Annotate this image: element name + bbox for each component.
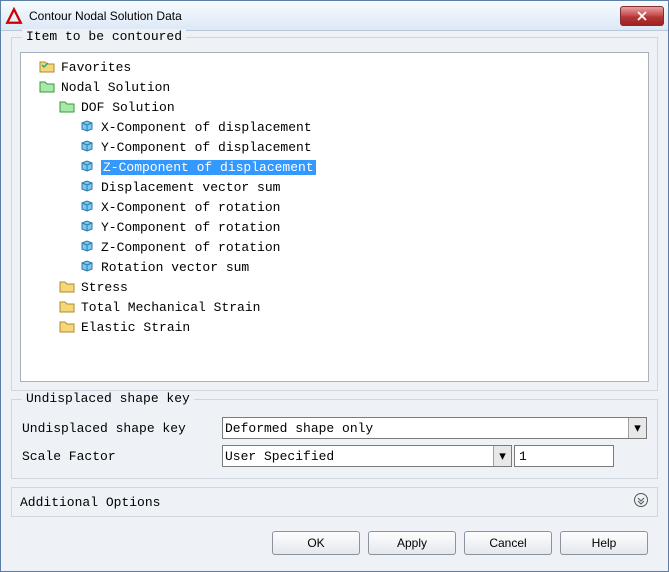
tree-container: Favorites Nodal Solution DOF Solution X-…: [20, 52, 649, 382]
tree-label: Z-Component of displacement: [101, 160, 316, 175]
tree-label: Displacement vector sum: [101, 180, 280, 195]
tree-label: Z-Component of rotation: [101, 240, 280, 255]
tree-item-y-rotation[interactable]: Y-Component of rotation: [21, 217, 648, 237]
tree-item-z-displacement[interactable]: Z-Component of displacement: [21, 157, 648, 177]
tree-item-z-rotation[interactable]: Z-Component of rotation: [21, 237, 648, 257]
tree-label: Y-Component of displacement: [101, 140, 312, 155]
shape-key-label: Undisplaced shape key: [22, 421, 222, 436]
cube-icon: [79, 179, 97, 195]
tree-label: Nodal Solution: [61, 80, 170, 95]
tree-item-dof-solution[interactable]: DOF Solution: [21, 97, 648, 117]
folder-open-icon: [59, 99, 77, 115]
tree-label: Favorites: [61, 60, 131, 75]
tree-label: Rotation vector sum: [101, 260, 249, 275]
tree-item-rotation-sum[interactable]: Rotation vector sum: [21, 257, 648, 277]
groupbox-title: Item to be contoured: [22, 29, 186, 44]
groupbox-title: Undisplaced shape key: [22, 391, 194, 406]
ok-button[interactable]: OK: [272, 531, 360, 555]
window-title: Contour Nodal Solution Data: [29, 9, 620, 23]
folder-icon: [59, 319, 77, 335]
tree-item-displacement-sum[interactable]: Displacement vector sum: [21, 177, 648, 197]
tree-item-stress[interactable]: Stress: [21, 277, 648, 297]
cube-icon: [79, 239, 97, 255]
shape-key-select[interactable]: [222, 417, 647, 439]
contour-groupbox: Item to be contoured Favorites Nodal Sol…: [11, 37, 658, 391]
additional-options-toggle[interactable]: Additional Options: [11, 487, 658, 517]
folder-icon: [59, 299, 77, 315]
cube-icon: [79, 119, 97, 135]
cube-icon: [79, 259, 97, 275]
scale-factor-select[interactable]: [222, 445, 512, 467]
button-row: OK Apply Cancel Help: [11, 525, 658, 561]
close-button[interactable]: [620, 6, 664, 26]
additional-options-label: Additional Options: [20, 495, 160, 510]
tree-label: DOF Solution: [81, 100, 175, 115]
shape-key-select-wrap[interactable]: ▾: [222, 417, 647, 439]
tree-item-x-displacement[interactable]: X-Component of displacement: [21, 117, 648, 137]
close-icon: [637, 11, 647, 21]
expand-icon: [633, 492, 649, 512]
cube-icon: [79, 159, 97, 175]
folder-icon: [39, 59, 57, 75]
tree-item-favorites[interactable]: Favorites: [21, 57, 648, 77]
tree-label: Stress: [81, 280, 128, 295]
scale-factor-label: Scale Factor: [22, 449, 222, 464]
help-button[interactable]: Help: [560, 531, 648, 555]
apply-button[interactable]: Apply: [368, 531, 456, 555]
scale-factor-row: Scale Factor ▾: [12, 442, 657, 470]
cancel-button[interactable]: Cancel: [464, 531, 552, 555]
tree-label: X-Component of rotation: [101, 200, 280, 215]
cube-icon: [79, 199, 97, 215]
cube-icon: [79, 139, 97, 155]
dialog-body: Item to be contoured Favorites Nodal Sol…: [1, 31, 668, 571]
tree-item-nodal-solution[interactable]: Nodal Solution: [21, 77, 648, 97]
folder-icon: [59, 279, 77, 295]
scale-factor-select-wrap[interactable]: ▾: [222, 445, 512, 467]
tree-scroll[interactable]: Favorites Nodal Solution DOF Solution X-…: [21, 53, 648, 381]
cube-icon: [79, 219, 97, 235]
tree-item-y-displacement[interactable]: Y-Component of displacement: [21, 137, 648, 157]
shape-groupbox: Undisplaced shape key Undisplaced shape …: [11, 399, 658, 479]
tree-item-elastic-strain[interactable]: Elastic Strain: [21, 317, 648, 337]
dialog-window: Contour Nodal Solution Data Item to be c…: [0, 0, 669, 572]
shape-key-row: Undisplaced shape key ▾: [12, 414, 657, 442]
tree-label: Total Mechanical Strain: [81, 300, 260, 315]
title-bar[interactable]: Contour Nodal Solution Data: [1, 1, 668, 31]
tree-item-total-mech-strain[interactable]: Total Mechanical Strain: [21, 297, 648, 317]
app-icon: [5, 7, 23, 25]
tree-label: X-Component of displacement: [101, 120, 312, 135]
scale-factor-input[interactable]: [514, 445, 614, 467]
tree-item-x-rotation[interactable]: X-Component of rotation: [21, 197, 648, 217]
tree-label: Elastic Strain: [81, 320, 190, 335]
folder-open-icon: [39, 79, 57, 95]
tree-label: Y-Component of rotation: [101, 220, 280, 235]
